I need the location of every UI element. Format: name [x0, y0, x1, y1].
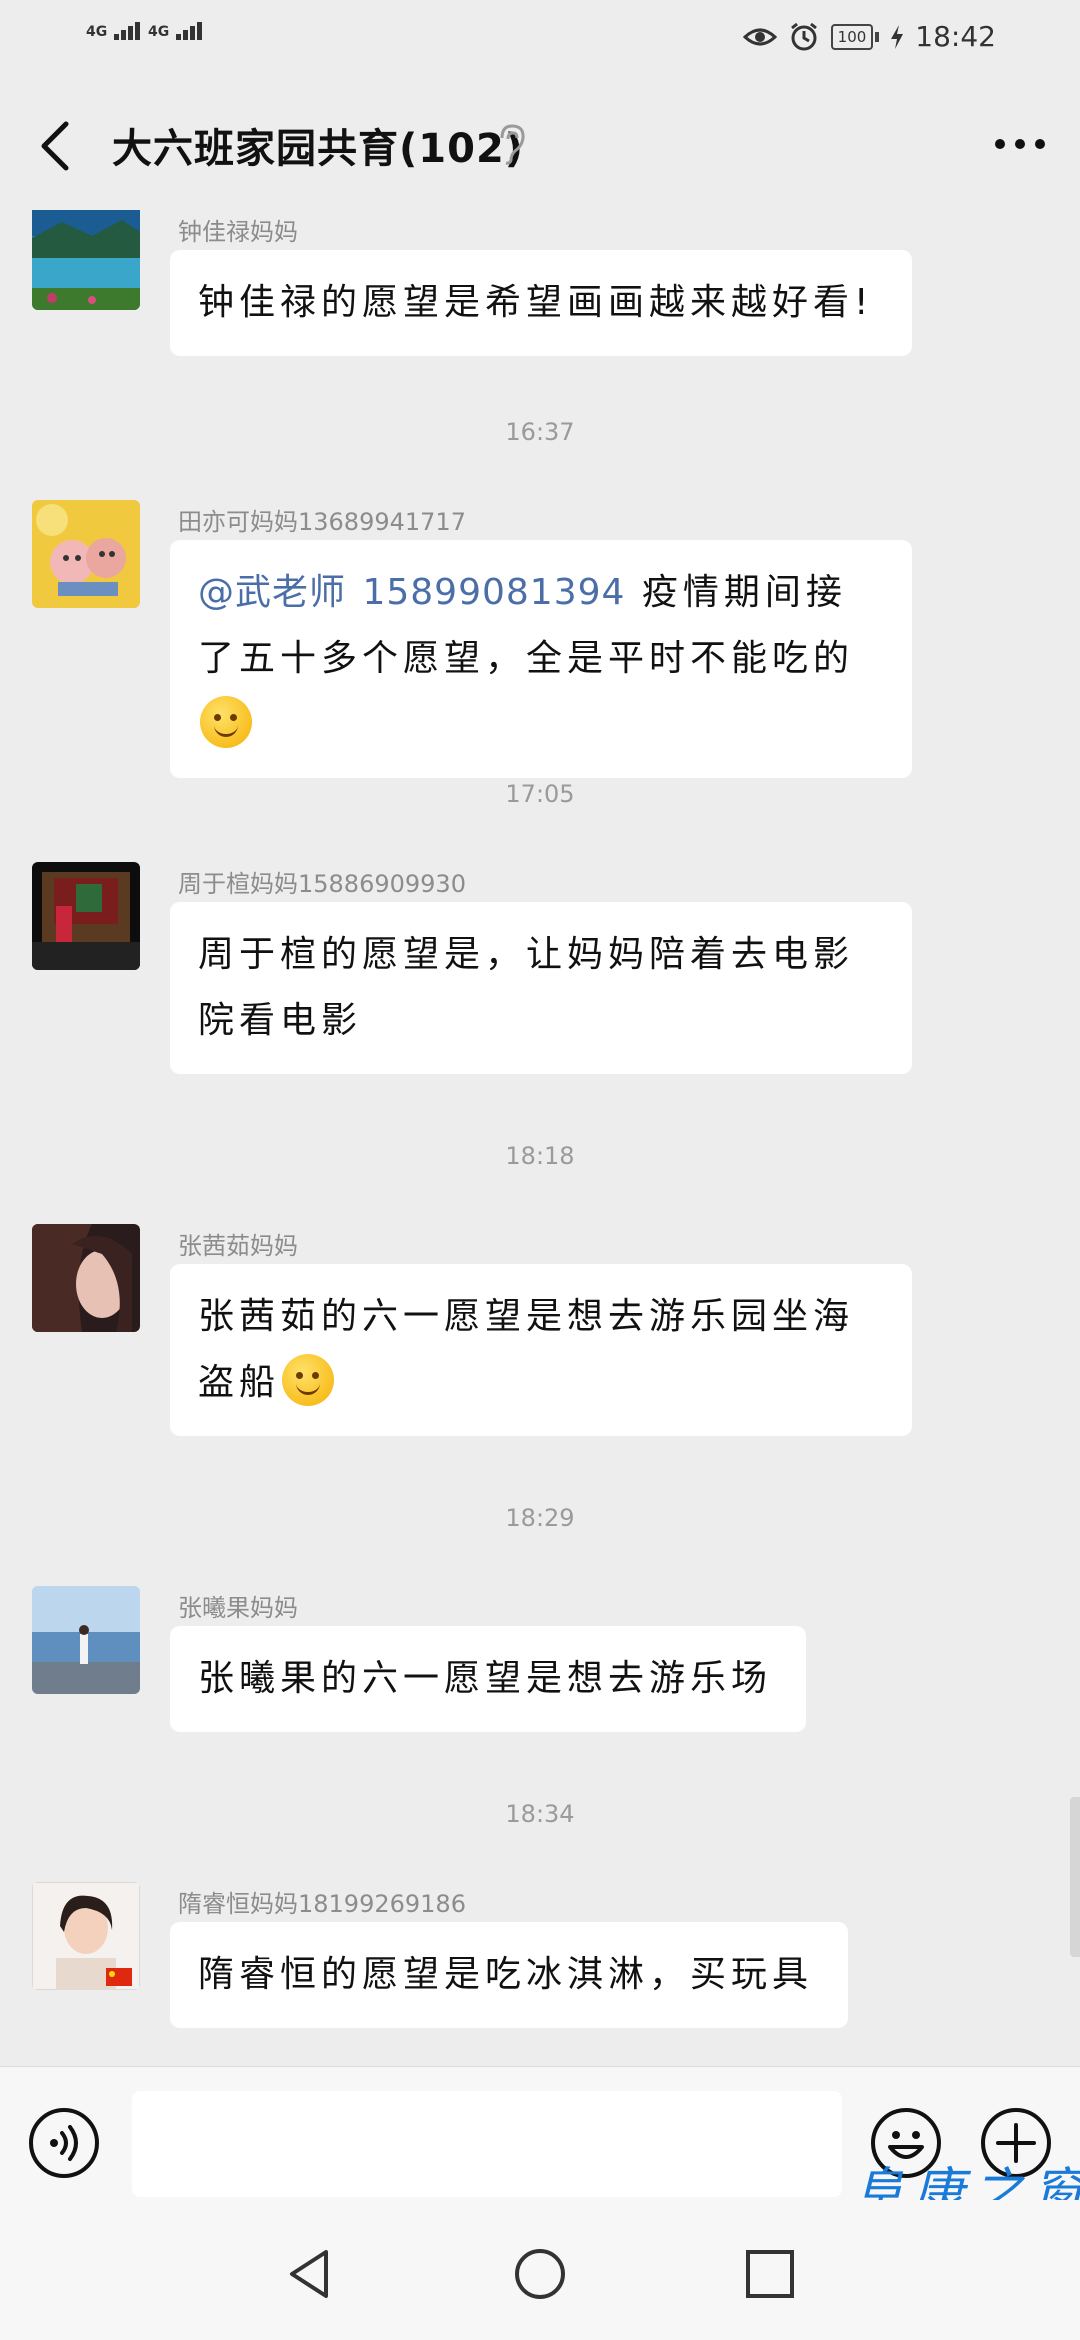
- battery-icon: 100: [830, 23, 880, 50]
- alarm-icon: [790, 22, 817, 50]
- scrollbar[interactable]: [1070, 1797, 1080, 1957]
- message-bubble[interactable]: 张曦果的六一愿望是想去游乐场: [170, 1626, 806, 1732]
- nav-home-icon[interactable]: [512, 2246, 568, 2302]
- message-bubble[interactable]: 钟佳禄的愿望是希望画画越来越好看!: [170, 250, 912, 356]
- timestamp: 16:37: [505, 418, 575, 446]
- voice-input-icon[interactable]: [28, 2107, 100, 2179]
- message-bubble[interactable]: @武老师 15899081394 疫情期间接了五十多个愿望，全是平时不能吃的: [170, 540, 912, 778]
- chat-title: 大六班家园共育(102): [112, 126, 525, 172]
- sender-name: 钟佳禄妈妈: [178, 218, 298, 246]
- sender-name: 隋睿恒妈妈18199269186: [178, 1890, 466, 1918]
- smile-emoji-icon: [282, 1354, 335, 1406]
- message-list[interactable]: 钟佳禄妈妈 钟佳禄的愿望是希望画画越来越好看! 16:37 田亦可妈妈13689…: [0, 210, 1080, 2066]
- phone-link[interactable]: 15899081394: [362, 572, 625, 613]
- nav-back-icon[interactable]: [282, 2246, 338, 2302]
- back-arrow-icon[interactable]: [34, 120, 78, 172]
- avatar[interactable]: [32, 500, 140, 608]
- message-text: 张曦果的六一愿望是想去游乐场: [198, 1658, 773, 1699]
- sender-name: 张茜茹妈妈: [178, 1232, 298, 1260]
- sender-name: 张曦果妈妈: [178, 1594, 298, 1622]
- timestamp: 18:18: [505, 1142, 575, 1170]
- status-bar: 4G 4G 100 18:42: [0, 0, 1080, 80]
- clock: 18:42: [915, 20, 996, 53]
- avatar[interactable]: [32, 1882, 140, 1990]
- message-input[interactable]: [132, 2091, 842, 2197]
- message-bubble[interactable]: 张茜茹的六一愿望是想去游乐园坐海盗船: [170, 1264, 912, 1436]
- message-text: 隋睿恒的愿望是吃冰淇淋，买玩具: [198, 1954, 814, 1995]
- eye-comfort-icon: [742, 28, 777, 45]
- timestamp: 18:29: [505, 1504, 575, 1532]
- status-right: 100 18:42: [742, 20, 996, 53]
- message-bubble[interactable]: 周于楦的愿望是，让妈妈陪着去电影院看电影: [170, 902, 912, 1074]
- timestamp: 17:05: [505, 780, 575, 808]
- chat-header: 大六班家园共育(102): [0, 80, 1080, 210]
- message-text: 周于楦的愿望是，让妈妈陪着去电影院看电影: [198, 934, 855, 1041]
- signal-label: 4G: [86, 24, 108, 40]
- avatar[interactable]: [32, 862, 140, 970]
- charging-icon: [891, 24, 904, 49]
- signal-label: 4G: [148, 24, 170, 40]
- signal-icon: 4G: [86, 22, 142, 40]
- more-options-icon[interactable]: [994, 136, 1046, 152]
- mention[interactable]: @武老师: [198, 572, 346, 613]
- message-text: 钟佳禄的愿望是希望画画越来越好看!: [198, 282, 874, 323]
- sender-name: 田亦可妈妈13689941717: [178, 508, 466, 536]
- thinking-emoji-icon: [200, 696, 252, 748]
- avatar[interactable]: [32, 1224, 140, 1332]
- avatar[interactable]: [32, 1586, 140, 1694]
- timestamp: 18:34: [505, 1800, 575, 1828]
- signal-icon: 4G: [148, 22, 204, 40]
- ear-icon: [500, 124, 525, 165]
- sender-name: 周于楦妈妈15886909930: [178, 870, 466, 898]
- battery-level: 100: [830, 23, 874, 50]
- avatar[interactable]: [32, 210, 140, 310]
- message-bubble[interactable]: 隋睿恒的愿望是吃冰淇淋，买玩具: [170, 1922, 848, 2028]
- nav-recents-icon[interactable]: [742, 2246, 798, 2302]
- navigation-bar: [0, 2200, 1080, 2340]
